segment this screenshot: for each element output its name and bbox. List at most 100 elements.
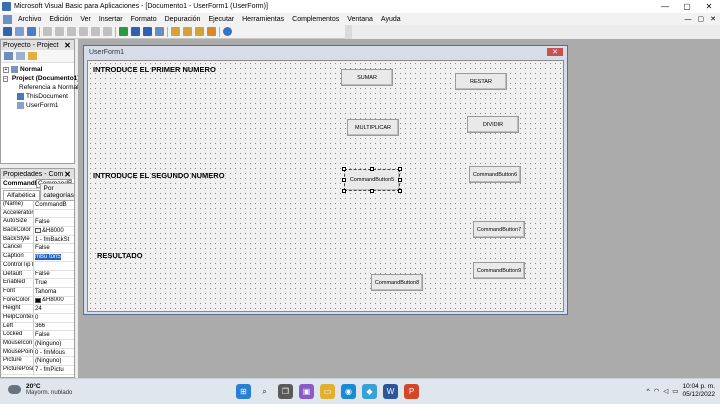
property-value[interactable]: True — [34, 279, 74, 287]
collapse-icon[interactable]: − — [3, 75, 8, 82]
menu-archivo[interactable]: Archivo — [14, 16, 45, 23]
menu-edicion[interactable]: Edición — [45, 16, 76, 23]
commandbutton5-button[interactable]: CommandButton5 — [344, 169, 400, 191]
resize-handle[interactable] — [398, 178, 402, 182]
redo-icon[interactable] — [103, 27, 112, 36]
resize-handle[interactable] — [398, 167, 402, 171]
menu-herramientas[interactable]: Herramientas — [238, 16, 288, 23]
project-pane-close-icon[interactable]: ✕ — [63, 40, 72, 50]
help-icon[interactable] — [223, 27, 232, 36]
resize-handle[interactable] — [342, 189, 346, 193]
label-segundo-numero[interactable]: INTRODUCE EL SEGUNDO NUMERO — [93, 171, 225, 180]
save-icon[interactable] — [27, 27, 36, 36]
view-object-icon[interactable] — [16, 52, 25, 60]
property-row[interactable]: Cancel False — [1, 244, 74, 254]
tree-node-userform1[interactable]: UserForm1 — [3, 101, 74, 110]
view-code-icon[interactable] — [4, 52, 13, 60]
property-value[interactable]: Tahoma — [34, 288, 74, 296]
maximize-button[interactable]: ▢ — [676, 0, 698, 13]
powerpoint-icon[interactable]: P — [404, 384, 419, 399]
property-value[interactable]: &H8000 — [34, 227, 74, 235]
cut-icon[interactable] — [43, 27, 52, 36]
copy-icon[interactable] — [55, 27, 64, 36]
view-word-icon[interactable] — [3, 27, 12, 36]
toolbar-grip[interactable] — [345, 25, 352, 39]
tree-node-normal[interactable]: + Normal — [3, 65, 74, 74]
property-row[interactable]: MousePointe0 - fmMous — [1, 348, 74, 358]
property-value[interactable]: False — [34, 244, 74, 252]
toolbox-icon[interactable] — [207, 27, 216, 36]
tree-node-project[interactable]: − Project (Documento1) — [3, 74, 79, 83]
store-icon[interactable]: ◆ — [362, 384, 377, 399]
property-value[interactable]: CommandB — [34, 201, 74, 209]
toggle-folders-icon[interactable] — [28, 52, 37, 60]
resize-handle[interactable] — [342, 178, 346, 182]
property-value[interactable]: False — [34, 331, 74, 339]
tree-node-thisdocument[interactable]: ThisDocument — [3, 92, 74, 101]
property-row[interactable]: BackStyle 1 - fmBackSt — [1, 235, 74, 245]
property-row[interactable]: MouseIcon (Ninguno) — [1, 340, 74, 349]
word-icon[interactable]: W — [383, 384, 398, 399]
properties-window-icon[interactable] — [183, 27, 192, 36]
reset-icon[interactable] — [143, 27, 152, 36]
property-value[interactable]: 0 — [34, 314, 74, 322]
property-row[interactable]: PicturePositi 7 - fmPictu — [1, 366, 74, 375]
menu-ventana[interactable]: Ventana — [343, 16, 377, 23]
teams-icon[interactable]: ▣ — [299, 384, 314, 399]
resize-handle[interactable] — [342, 167, 346, 171]
mdi-close-button[interactable]: ✕ — [710, 15, 716, 23]
edge-icon[interactable]: ◉ — [341, 384, 356, 399]
menu-formato[interactable]: Formato — [127, 16, 161, 23]
menu-insertar[interactable]: Insertar — [95, 16, 127, 23]
resize-handle[interactable] — [398, 189, 402, 193]
insert-userform-icon[interactable] — [15, 27, 24, 36]
resize-handle[interactable] — [370, 189, 374, 193]
tab-alfabetica[interactable]: Alfabética — [3, 190, 40, 200]
property-row[interactable]: Accelerator — [1, 209, 74, 219]
property-value[interactable] — [34, 262, 74, 270]
commandbutton9-button[interactable]: CommandButton9 — [473, 262, 525, 279]
tab-por-categorias[interactable]: Por categorías — [39, 183, 74, 200]
menu-ayuda[interactable]: Ayuda — [377, 16, 405, 23]
wifi-icon[interactable]: ◠ — [654, 387, 660, 395]
restar-button[interactable]: RESTAR — [455, 73, 507, 90]
tray-overflow-icon[interactable]: ^ — [647, 388, 650, 395]
weather-widget[interactable]: 20°C Mayorm. nublado — [8, 383, 72, 396]
commandbutton7-button[interactable]: CommandButton7 — [473, 221, 525, 238]
file-explorer-icon[interactable]: ▭ — [320, 384, 335, 399]
expand-icon[interactable]: + — [3, 66, 9, 73]
property-row[interactable]: Picture (Ninguno) — [1, 357, 74, 367]
property-value[interactable]: 0 - fmMous — [34, 349, 74, 357]
run-icon[interactable] — [119, 27, 128, 36]
property-value[interactable]: 7 - fmPictu — [34, 366, 74, 374]
battery-icon[interactable]: ▭ — [672, 387, 678, 395]
property-row[interactable]: HelpContextI0 — [1, 313, 74, 323]
property-value[interactable]: 366 — [34, 323, 74, 331]
design-mode-icon[interactable] — [155, 27, 164, 36]
property-row[interactable]: Font Tahoma — [1, 287, 74, 297]
find-icon[interactable] — [79, 27, 88, 36]
property-value[interactable]: 1 - fmBackSt — [34, 236, 74, 244]
commandbutton6-button[interactable]: CommandButton6 — [469, 166, 521, 183]
property-value[interactable] — [34, 210, 74, 218]
undo-icon[interactable] — [91, 27, 100, 36]
commandbutton8-button[interactable]: CommandButton8 — [371, 274, 423, 291]
property-value[interactable]: (Ninguno) — [34, 357, 74, 365]
property-value[interactable]: (Ninguno) — [34, 340, 74, 348]
menu-ver[interactable]: Ver — [76, 16, 95, 23]
dividir-button[interactable]: DIVIDIR — [467, 116, 519, 133]
label-resultado[interactable]: RESULTADO — [97, 251, 143, 260]
property-row[interactable]: (Name) CommandB — [1, 201, 74, 210]
paste-icon[interactable] — [67, 27, 76, 36]
menu-ejecutar[interactable]: Ejecutar — [204, 16, 238, 23]
task-view-icon[interactable]: ❐ — [278, 384, 293, 399]
property-value[interactable]: False — [34, 271, 74, 279]
minimize-button[interactable]: — — [654, 0, 676, 13]
property-row[interactable]: BackColor &H8000 — [1, 227, 74, 236]
mdi-minimize-button[interactable]: — — [685, 16, 692, 23]
resize-handle[interactable] — [370, 167, 374, 171]
userform-canvas[interactable]: INTRODUCE EL PRIMER NUMERO INTRODUCE EL … — [87, 60, 564, 312]
property-value[interactable]: &H8000 — [34, 297, 74, 305]
property-value[interactable]: False — [34, 218, 74, 226]
tree-node-reference[interactable]: Referencia a Normal — [3, 83, 79, 92]
